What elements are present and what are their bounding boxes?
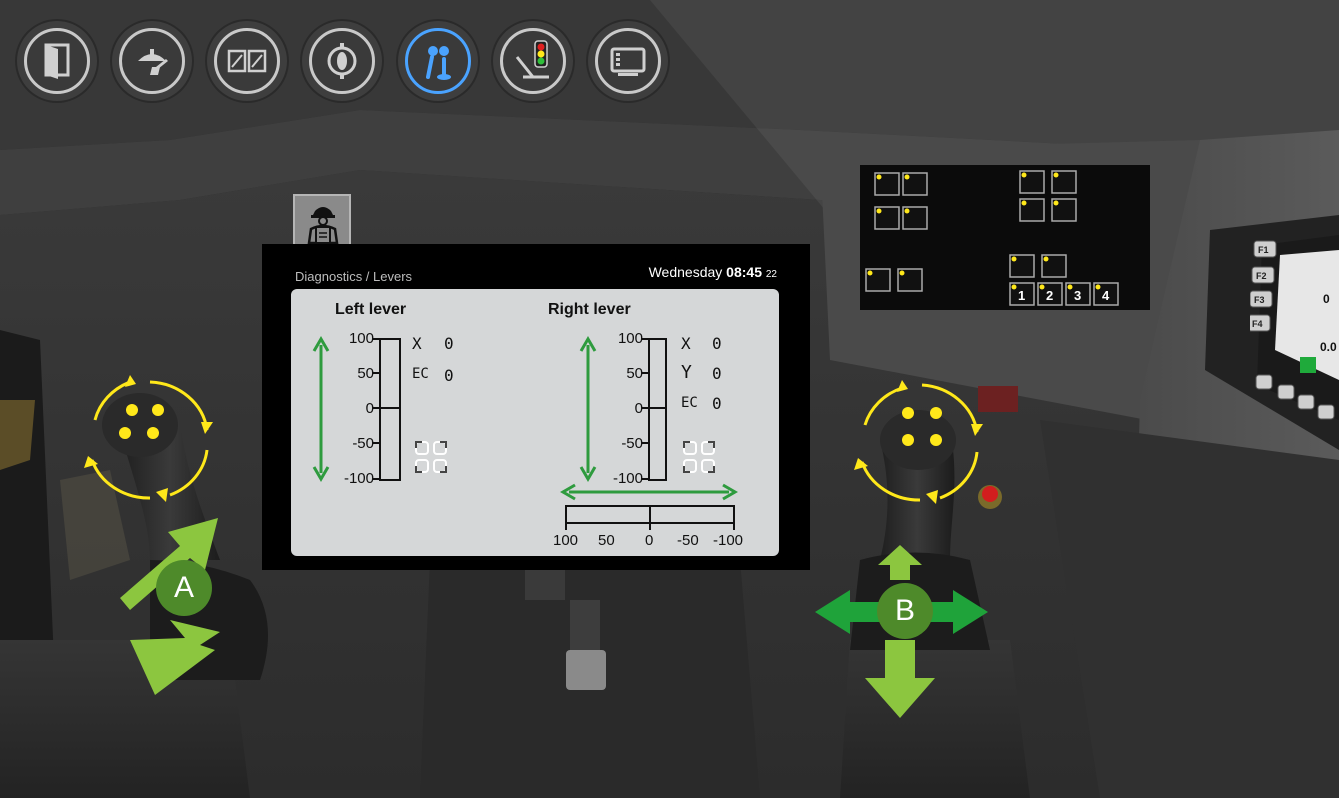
side-readout-1: 0: [1323, 292, 1330, 306]
right-rotation-arrows-icon: [860, 383, 979, 502]
door-panel-button[interactable]: [15, 19, 99, 103]
diagnostics-screen: Diagnostics / Levers Wednesday 08:45 22 …: [262, 244, 810, 570]
left-tick-minus100: -100: [343, 470, 374, 487]
seconds-label: 22: [765, 269, 777, 280]
right-y-label: Y: [681, 362, 692, 383]
side-control-panel: F1 F2 F3 F4 0 0.0: [1250, 240, 1337, 420]
left-lever-title: Left lever: [335, 301, 407, 318]
display-button[interactable]: [586, 19, 670, 103]
right-tick-50: 50: [626, 365, 643, 382]
levers-panel: Left lever 100 50 0 -50 -100 X 0 EC 0 Ri…: [291, 289, 779, 556]
left-joystick-buttons-icon: [119, 404, 164, 439]
datetime: Wednesday 08:45 22: [649, 264, 777, 280]
left-buttons-indicator-icon: [415, 441, 447, 473]
num-button-4: 4: [1102, 288, 1110, 303]
windows-button[interactable]: [205, 19, 289, 103]
left-joystick-overlay: [84, 375, 220, 695]
left-tick-0: 0: [365, 400, 374, 417]
num-button-1: 1: [1018, 288, 1025, 303]
right-y-value: 0: [712, 364, 722, 383]
hydraulics-button[interactable]: [300, 19, 384, 103]
cabin-cleaning-icon: [138, 49, 168, 75]
door-panel-icon: [44, 43, 70, 79]
right-joystick-buttons-icon: [902, 407, 942, 446]
marker-b: B: [877, 583, 933, 639]
levers-button[interactable]: [396, 19, 480, 103]
marker-a: A: [156, 560, 212, 616]
operator-clipboard-icon: [307, 207, 339, 245]
left-tick-50: 50: [357, 365, 374, 382]
right-tick-minus50: -50: [621, 435, 643, 452]
right-ec-label: EC: [681, 395, 698, 411]
windows-icon: [227, 49, 267, 73]
f4-key: F4: [1252, 319, 1263, 329]
display-icon: [610, 47, 646, 76]
right-x-label: X: [681, 334, 691, 353]
f2-key: F2: [1256, 271, 1267, 281]
left-x-label: X: [412, 334, 422, 353]
left-ec-label: EC: [412, 366, 429, 382]
num-button-3: 3: [1074, 288, 1081, 303]
right-horizontal-gauge: [560, 483, 738, 530]
right-lever-title: Right lever: [548, 301, 631, 318]
right-htick-minus50: -50: [677, 532, 699, 549]
side-readout-2: 0.0: [1320, 340, 1337, 354]
hydraulics-icon: [327, 43, 357, 79]
levers-icon: [426, 46, 451, 80]
left-tick-100: 100: [348, 330, 374, 347]
right-htick-0: 0: [645, 532, 654, 549]
right-htick-100: 100: [553, 532, 579, 549]
day-label: Wednesday: [648, 264, 723, 280]
right-tick-0: 0: [634, 400, 643, 417]
cab-function-display: 1 2 3 4: [865, 170, 1119, 306]
right-ec-value: 0: [712, 394, 722, 413]
breadcrumb: Diagnostics / Levers: [295, 269, 413, 284]
traffic-light-button[interactable]: [491, 19, 575, 103]
f1-key: F1: [1258, 245, 1269, 255]
left-ec-value: 0: [444, 366, 454, 385]
cabin-cleaning-button[interactable]: [110, 19, 194, 103]
left-x-value: 0: [444, 334, 454, 353]
right-buttons-indicator-icon: [683, 441, 715, 473]
right-htick-50: 50: [598, 532, 615, 549]
left-tick-minus50: -50: [352, 435, 374, 452]
time-label: 08:45: [726, 264, 762, 280]
f3-key: F3: [1254, 295, 1265, 305]
right-joystick-overlay: [854, 380, 983, 504]
right-x-value: 0: [712, 334, 722, 353]
num-button-2: 2: [1046, 288, 1053, 303]
traffic-light-icon: [515, 40, 549, 79]
left-rotation-arrows-icon: [90, 380, 209, 500]
right-htick-minus100: -100: [713, 532, 744, 549]
right-tick-100: 100: [617, 330, 643, 347]
